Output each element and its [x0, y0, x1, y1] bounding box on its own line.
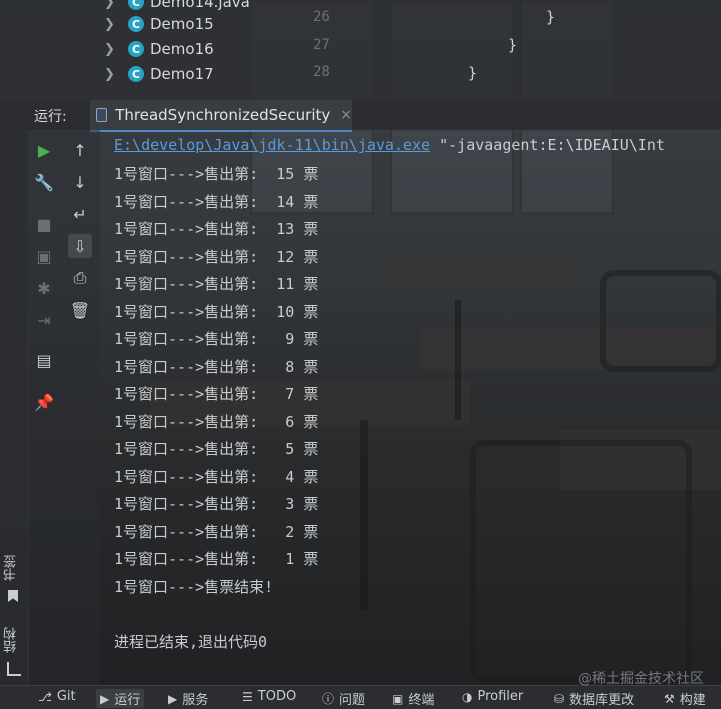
arrow-up-icon[interactable]: ↑: [68, 138, 92, 162]
soft-wrap-icon[interactable]: ↵: [68, 202, 92, 226]
tree-item-label: Demo17: [150, 65, 214, 83]
console-line: 1号窗口--->售出第: 9 票: [114, 330, 319, 348]
close-icon[interactable]: ×: [340, 107, 352, 123]
line-number: 26: [313, 9, 330, 25]
tree-item[interactable]: ❯ C Demo15: [104, 12, 214, 36]
console-line: 1号窗口--->售出第: 3 票: [114, 495, 319, 513]
trash-icon[interactable]: 🗑: [68, 298, 92, 322]
code-brace: }: [546, 8, 556, 26]
class-icon: C: [128, 16, 144, 32]
database-icon: ⛁: [554, 691, 565, 706]
settings-wrench-icon[interactable]: 🔧: [32, 170, 56, 194]
tree-item[interactable]: ❯ C Demo17: [104, 62, 214, 86]
console-line: 进程已结束,退出代码0: [114, 632, 268, 651]
code-brace: }: [508, 36, 518, 54]
console-line: 1号窗口--->售出第: 14 票: [114, 192, 319, 211]
profiler-icon: ◑: [462, 689, 473, 704]
debug-icon[interactable]: ✱: [32, 276, 56, 300]
console-line: 1号窗口--->售出第: 5 票: [114, 440, 319, 458]
console-line: 1号窗口--->售出第: 10 票: [114, 302, 319, 321]
bottom-tool-bar: ⎇ Git ▶ 运行 ▶ 服务 ☰ TODO ⓘ 问题 ▣ 终端 ◑ Profiler ⛁ 数据…: [0, 685, 721, 709]
bookmarks-side-tab[interactable]: 书签: [2, 555, 21, 581]
todo-icon: ☰: [242, 689, 253, 704]
line-number: 27: [313, 37, 330, 53]
problems-icon: ⓘ: [322, 692, 335, 706]
console-line: 1号窗口--->售出第: 13 票: [114, 220, 319, 238]
profiler-label: Profiler: [477, 689, 524, 704]
run-toolbar: ▶ 🔧 ■ ▣ ✱ ⇥ ▤ 📌 ↑ ↓ ↵ ⇩ ⎙ 🗑: [28, 130, 100, 685]
console-line: 1号窗口--->售出第: 15 票: [114, 165, 319, 183]
layout-icon[interactable]: ▤: [32, 348, 56, 372]
terminal-icon: ▣: [392, 691, 404, 706]
terminal-label: 终端: [408, 693, 435, 708]
git-icon: ⎇: [38, 689, 52, 704]
build-icon: ⚒: [664, 691, 675, 706]
class-icon: C: [128, 41, 144, 57]
camera-icon[interactable]: ▣: [32, 244, 56, 268]
todo-tool-button[interactable]: ☰ TODO: [242, 689, 296, 704]
chevron-right-icon[interactable]: ❯: [104, 0, 118, 10]
stop-icon[interactable]: ■: [32, 212, 56, 236]
run-icon: ▶: [100, 691, 110, 706]
run-tool-button[interactable]: ▶ 运行: [96, 689, 145, 708]
services-icon: ▶: [168, 691, 178, 706]
console-line: 1号窗口--->售出第: 12 票: [114, 247, 319, 266]
run-tool-header: 运行: ThreadSynchronizedSecurity ×: [0, 100, 721, 132]
command-args: "-javaagent:E:\IDEAIU\Int: [430, 136, 665, 154]
chevron-right-icon[interactable]: ❯: [104, 67, 118, 82]
project-tree: ❯ C Demo14.java ❯ C Demo15 ❯ C Demo16 ❯ …: [0, 0, 721, 100]
bookmark-icon[interactable]: [8, 590, 18, 602]
java-exe-link[interactable]: E:\develop\Java\jdk-11\bin\java.exe: [114, 136, 430, 154]
git-tool-button[interactable]: ⎇ Git: [38, 689, 76, 704]
exit-icon[interactable]: ⇥: [32, 308, 56, 332]
console-line: 1号窗口--->售票结束!: [114, 577, 274, 596]
left-side-strip: 书签 结构: [0, 130, 29, 685]
db-changes-label: 数据库更改: [569, 693, 635, 708]
class-icon: C: [128, 0, 144, 10]
run-label: 运行:: [34, 109, 67, 125]
console-line: 1号窗口--->售出第: 1 票: [114, 550, 319, 568]
console-command-line: E:\develop\Java\jdk-11\bin\java.exe "-ja…: [114, 136, 665, 154]
run-config-title: ThreadSynchronizedSecurity: [115, 106, 331, 124]
console-line: 1号窗口--->售出第: 11 票: [114, 275, 319, 293]
print-icon[interactable]: ⎙: [68, 266, 92, 290]
class-icon: C: [128, 66, 144, 82]
console-line: 1号窗口--->售出第: 2 票: [114, 522, 319, 541]
console-line: 1号窗口--->售出第: 7 票: [114, 385, 319, 403]
problems-tool-button[interactable]: ⓘ 问题: [322, 689, 365, 708]
git-label: Git: [56, 689, 76, 704]
editor-gutter: 26 27 28: [305, 0, 385, 100]
console-line: 1号窗口--->售出第: 8 票: [114, 357, 319, 376]
tree-item-label: Demo15: [150, 15, 214, 33]
todo-label: TODO: [257, 689, 297, 704]
db-changes-tool-button[interactable]: ⛁ 数据库更改: [554, 689, 635, 709]
services-label: 服务: [182, 693, 209, 708]
tree-item-label: Demo14.java: [150, 0, 250, 11]
run-config-icon: [96, 108, 108, 122]
structure-side-tab[interactable]: 结构: [2, 627, 21, 653]
code-brace: }: [468, 64, 478, 82]
profiler-tool-button[interactable]: ◑ Profiler: [462, 689, 523, 704]
console-line: 1号窗口--->售出第: 6 票: [114, 412, 319, 431]
watermark: @稀土掘金技术社区: [578, 671, 704, 687]
pin-icon[interactable]: 📌: [32, 390, 56, 414]
run-config-tab[interactable]: ThreadSynchronizedSecurity ×: [90, 100, 352, 132]
scroll-to-end-icon[interactable]: ⇩: [68, 234, 92, 258]
chevron-right-icon[interactable]: ❯: [104, 17, 118, 32]
tree-item[interactable]: ❯ C Demo16: [104, 37, 214, 61]
console-line: 1号窗口--->售出第: 4 票: [114, 467, 319, 486]
build-label: 构建: [679, 693, 706, 708]
console-output[interactable]: E:\develop\Java\jdk-11\bin\java.exe "-ja…: [100, 130, 721, 685]
build-tool-button[interactable]: ⚒ 构建: [664, 689, 706, 709]
chevron-right-icon[interactable]: ❯: [104, 42, 118, 57]
services-tool-button[interactable]: ▶ 服务: [168, 689, 209, 709]
rerun-icon[interactable]: ▶: [32, 138, 56, 162]
run-label: 运行: [114, 693, 141, 708]
arrow-down-icon[interactable]: ↓: [68, 170, 92, 194]
structure-icon[interactable]: [7, 662, 21, 676]
problems-label: 问题: [339, 693, 366, 708]
tree-item-label: Demo16: [150, 40, 214, 58]
terminal-tool-button[interactable]: ▣ 终端: [392, 689, 435, 709]
line-number: 28: [313, 64, 330, 80]
